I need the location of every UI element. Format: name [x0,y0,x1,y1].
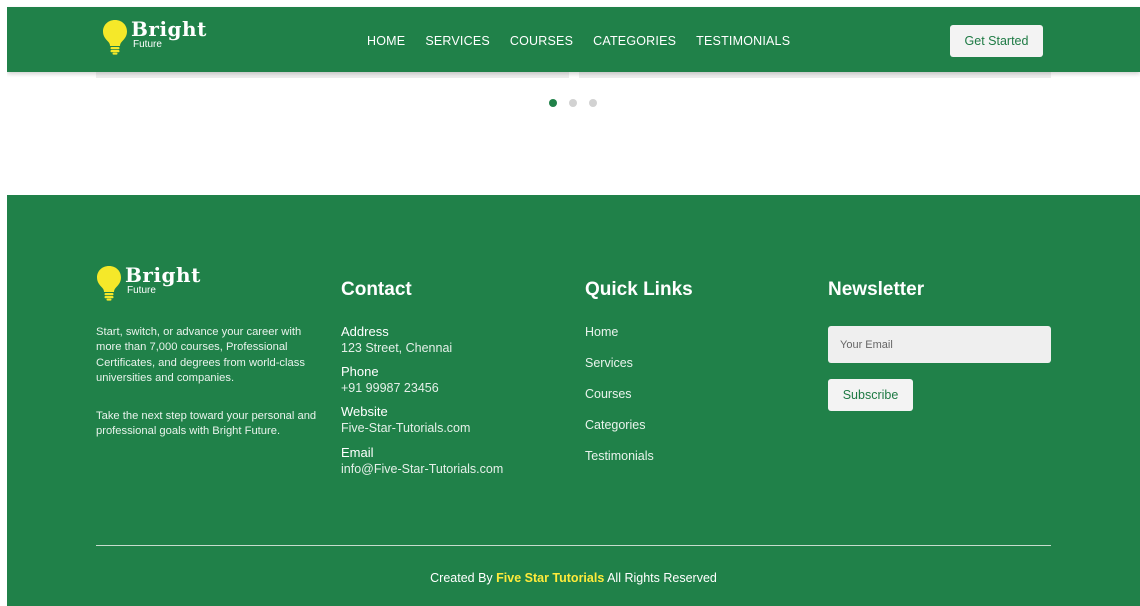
contact-list: Address 123 Street, Chennai Phone +91 99… [341,324,503,486]
nav-home[interactable]: HOME [367,34,405,48]
page-edge [0,0,7,606]
brand-name: Bright [131,17,207,41]
quick-links-heading: Quick Links [585,279,693,300]
footer-brand-tagline: Future [127,285,156,296]
lightbulb-icon [97,266,121,301]
quick-links-list: Home Services Courses Categories Testimo… [585,325,654,480]
copyright-prefix: Created By [430,571,493,585]
carousel-dot-1[interactable] [549,99,557,107]
footer-link-services[interactable]: Services [585,356,654,387]
contact-email: Email info@Five-Star-Tutorials.com [341,444,503,477]
footer-link-home[interactable]: Home [585,325,654,356]
nav-services[interactable]: SERVICES [425,34,490,48]
copyright-suffix: All Rights Reserved [607,571,717,585]
nav-testimonials[interactable]: TESTIMONIALS [696,34,790,48]
about-paragraph: Start, switch, or advance your career wi… [96,326,305,385]
carousel-dot-3[interactable] [589,99,597,107]
main-nav: HOME SERVICES COURSES CATEGORIES TESTIMO… [367,34,790,48]
carousel-dots [549,99,597,107]
nav-categories[interactable]: CATEGORIES [593,34,676,48]
copyright-author-link[interactable]: Five Star Tutorials [496,571,604,585]
about-paragraph: Take the next step toward your personal … [96,409,317,438]
subscribe-button[interactable]: Subscribe [828,379,913,411]
newsletter-email-input[interactable] [828,326,1051,363]
nav-courses[interactable]: COURSES [510,34,573,48]
footer-link-testimonials[interactable]: Testimonials [585,449,654,480]
contact-label: Address [341,324,389,339]
carousel-dot-2[interactable] [569,99,577,107]
contact-value[interactable]: info@Five-Star-Tutorials.com [341,461,503,477]
newsletter-heading: Newsletter [828,279,925,300]
footer-about: Start, switch, or advance your career wi… [96,325,318,440]
header-logo[interactable]: Bright Future [102,19,207,55]
site-header: Bright Future HOME SERVICES COURSES CATE… [7,7,1140,72]
contact-label: Phone [341,364,379,380]
site-footer: Bright Future Start, switch, or advance … [7,195,1140,606]
contact-label: Website [341,404,388,420]
lightbulb-icon [103,20,127,55]
contact-heading: Contact [341,279,412,300]
footer-link-categories[interactable]: Categories [585,418,654,449]
contact-value: 123 Street, Chennai [341,340,453,355]
copyright-line: Created By Five Star Tutorials All Right… [7,571,1140,585]
contact-label: Email [341,444,374,460]
contact-value[interactable]: Five-Star-Tutorials.com [341,420,503,436]
contact-address: Address 123 Street, Chennai [341,324,503,356]
carousel-card [579,72,1051,78]
get-started-button[interactable]: Get Started [950,25,1043,57]
contact-phone: Phone +91 99987 23456 [341,364,503,396]
brand-tagline: Future [133,39,162,50]
contact-value[interactable]: +91 99987 23456 [341,380,503,396]
contact-website: Website Five-Star-Tutorials.com [341,404,503,436]
footer-link-courses[interactable]: Courses [585,387,654,418]
footer-logo[interactable]: Bright Future [96,265,201,301]
footer-brand-name: Bright [125,263,201,287]
footer-divider [96,545,1051,546]
carousel-card [96,72,569,78]
